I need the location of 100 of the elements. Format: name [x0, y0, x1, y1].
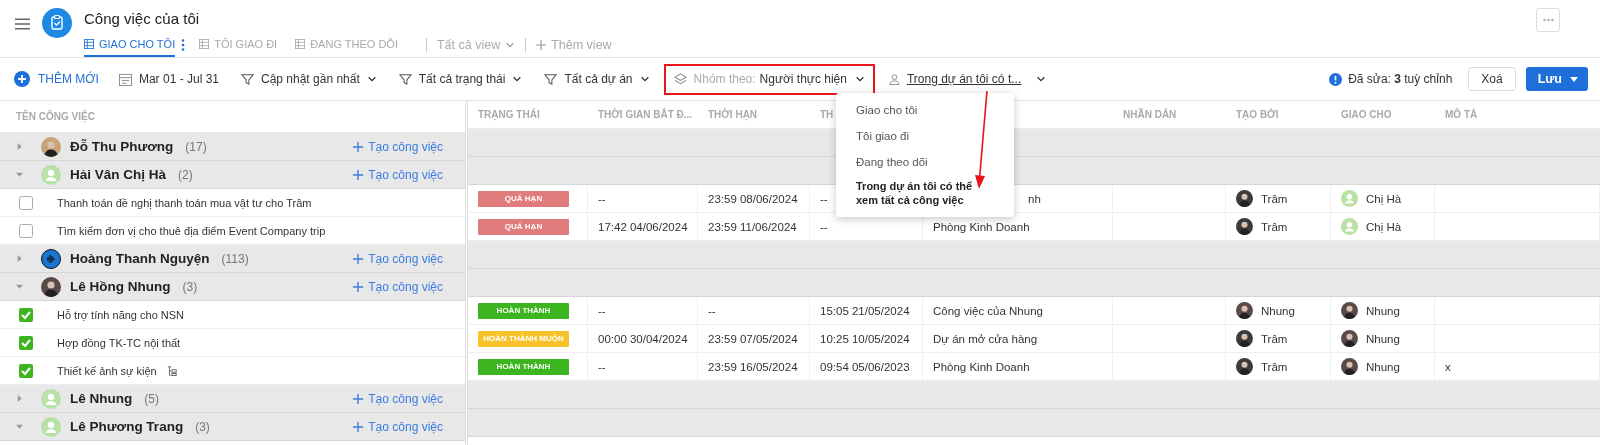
task-title[interactable]: Tìm kiếm đơn vị cho thuê địa điểm Event Company trip: [57, 224, 326, 237]
person-name: Trâm: [1261, 192, 1288, 205]
menu-item[interactable]: Giao cho tôi: [836, 97, 1014, 123]
group-count: (5): [144, 391, 159, 406]
caret-icon[interactable]: [16, 171, 23, 178]
checkbox[interactable]: [19, 223, 33, 238]
group-name: Lê Hồng Nhung: [70, 279, 171, 294]
layers-icon: [673, 72, 687, 86]
checkbox[interactable]: [19, 307, 33, 322]
add-new-button[interactable]: THÊM MỚI: [14, 71, 99, 87]
checkbox[interactable]: [19, 335, 33, 350]
table-cell: --: [598, 360, 606, 373]
table-cell: nh: [1028, 192, 1041, 205]
menu-item[interactable]: Trong dự án tôi có thể xem tất cả công việc: [836, 175, 1014, 213]
edited-notice: Đã sửa: 3 tuỳ chỉnh: [1348, 72, 1453, 86]
more-icon: [1542, 18, 1554, 22]
caret-icon: [512, 74, 523, 84]
person-name: Trâm: [1261, 220, 1288, 233]
column-header: TH: [820, 109, 834, 120]
avatar: [41, 164, 61, 185]
avatar-icon: [41, 248, 61, 269]
caret-icon: [1570, 76, 1578, 82]
column-header: MÔ TẢ: [1445, 109, 1478, 120]
status-badge: QUÁ HẠN: [478, 218, 569, 235]
plus-icon: [353, 393, 364, 404]
table-cell: Phòng Kinh Doanh: [933, 220, 1030, 233]
person-name: Nhung: [1366, 332, 1400, 345]
filter-dropdown[interactable]: Tất cả trạng thái: [398, 64, 523, 94]
table-cell: --: [708, 304, 716, 317]
table-cell: 09:54 05/06/2023: [820, 360, 910, 373]
plus-icon: [353, 141, 364, 152]
checkbox[interactable]: [19, 363, 33, 378]
person-name: Trâm: [1261, 360, 1288, 373]
person-name: Chị Hà: [1366, 192, 1402, 205]
column-header: TẠO BỞI: [1236, 109, 1279, 120]
person-name: Nhung: [1261, 304, 1295, 317]
avatar: [41, 388, 61, 409]
plus-icon: [353, 169, 364, 180]
caret-icon[interactable]: [16, 255, 23, 262]
table-cell: Công việc của Nhung: [933, 304, 1043, 317]
table-cell: Phòng Kinh Doanh: [933, 360, 1030, 373]
scope-dropdown[interactable]: Trong dự án tôi có t...: [888, 64, 1047, 94]
status-badge: HOÀN THÀNH MUỘN: [478, 330, 569, 347]
group-count: (17): [185, 139, 207, 154]
table-cell: --: [820, 220, 828, 233]
status-badge: HOÀN THÀNH: [478, 302, 569, 319]
avatar: [41, 416, 61, 437]
caret-icon[interactable]: [16, 143, 23, 150]
group-name: Hải Vân Chị Hà: [70, 167, 167, 182]
filter-icon: [241, 73, 254, 85]
person-name: Trâm: [1261, 332, 1288, 345]
group-count: (113): [221, 251, 249, 266]
more-button[interactable]: [1536, 8, 1560, 32]
column-header: NHÃN DÁN: [1123, 109, 1177, 120]
filter-icon: [398, 73, 412, 85]
group-by-dropdown[interactable]: Nhóm theo: Người thực hiện: [663, 63, 875, 95]
person-icon: [888, 73, 900, 85]
group-name: Hoàng Thanh Nguyện: [70, 251, 210, 266]
menu-icon[interactable]: [15, 18, 30, 30]
column-header: THỜI GIAN BẮT Đ...: [598, 109, 693, 120]
column-header: TRẠNG THÁI: [478, 109, 540, 120]
task-title[interactable]: Thanh toán đề nghị thanh toán mua vật tư cho Trâm: [57, 196, 312, 209]
task-title[interactable]: Hợp đồng TK-TC nội thất: [57, 336, 181, 349]
table-cell: 23:59 08/06/2024: [708, 192, 798, 205]
avatar: [1341, 218, 1358, 235]
table-cell: 15:05 21/05/2024: [820, 304, 910, 317]
menu-item[interactable]: Đang theo dõi: [836, 149, 1014, 175]
table-cell: 23:59 07/05/2024: [708, 332, 798, 345]
group-count: (3): [195, 419, 210, 434]
task-title[interactable]: Hỗ trợ tính năng cho NSN: [57, 308, 185, 321]
plus-icon: [353, 421, 364, 432]
status-badge: HOÀN THÀNH: [478, 358, 569, 375]
caret-icon: [505, 40, 516, 50]
person-name: Nhung: [1366, 304, 1400, 317]
clear-button[interactable]: Xoá: [1468, 67, 1516, 91]
date-range-picker[interactable]: Mar 01 - Jul 31: [118, 64, 219, 94]
table-cell: --: [820, 192, 828, 205]
table-cell: --: [598, 304, 606, 317]
plus-circle-icon: [14, 71, 30, 87]
table-icon: [84, 39, 94, 49]
caret-icon[interactable]: [16, 423, 23, 430]
avatar: [1341, 190, 1358, 207]
view-tab[interactable]: GIAO CHO TÔI: [84, 33, 176, 57]
group-name: Lê Nhung: [70, 391, 133, 406]
person-name: Chị Hà: [1366, 220, 1402, 233]
table-cell: Dự án mở cửa hàng: [933, 332, 1038, 345]
column-header: THỜI HẠN: [708, 109, 758, 120]
more-icon[interactable]: [181, 39, 186, 51]
table-icon: [295, 39, 306, 49]
group-name: Lê Phương Trang: [70, 419, 184, 434]
caret-icon: [854, 74, 865, 84]
filter-dropdown[interactable]: Tất cả dự án: [544, 64, 650, 94]
checkbox[interactable]: [19, 195, 33, 210]
caret-icon[interactable]: [16, 395, 23, 402]
filter-dropdown[interactable]: Cập nhật gần nhất: [241, 64, 377, 94]
caret-icon[interactable]: [16, 283, 23, 290]
task-title[interactable]: Thiết kế ảnh sự kiện: [57, 364, 157, 377]
group-count: (2): [178, 167, 193, 182]
menu-item[interactable]: Tôi giao đi: [836, 123, 1014, 149]
save-button[interactable]: Lưu: [1525, 67, 1588, 91]
